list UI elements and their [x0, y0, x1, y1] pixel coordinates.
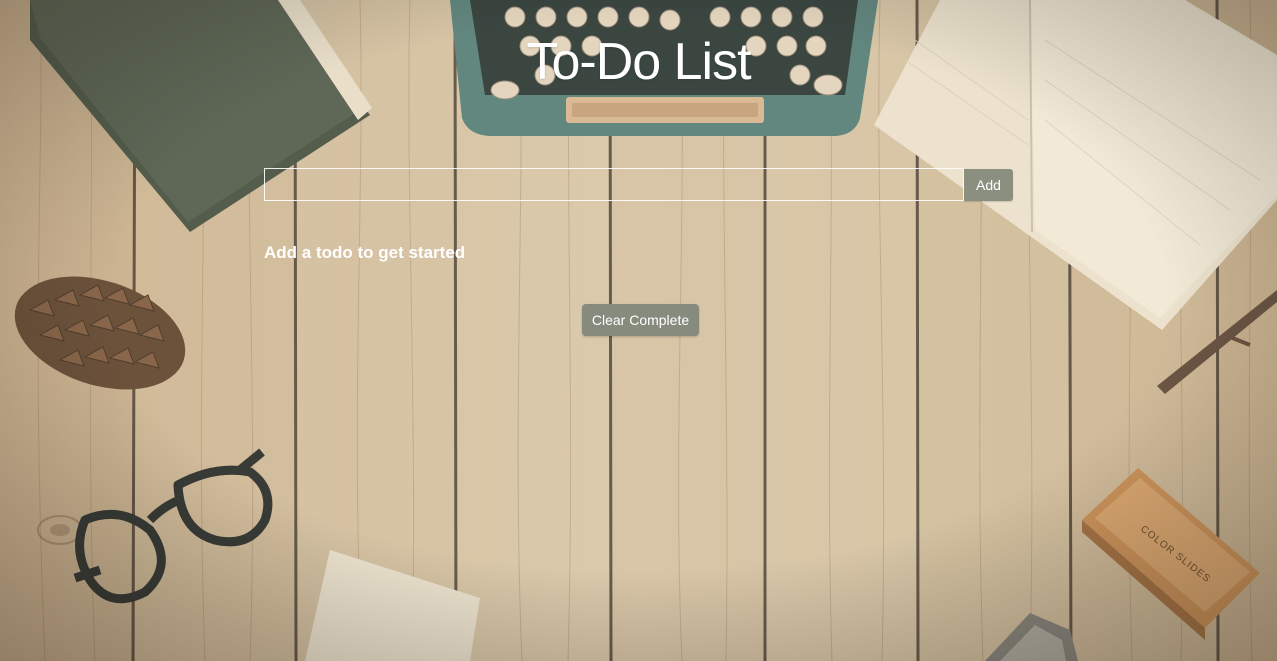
todo-input[interactable] [264, 168, 964, 201]
page-title: To-Do List [526, 33, 751, 91]
add-button[interactable]: Add [964, 169, 1013, 201]
clear-complete-button[interactable]: Clear Complete [582, 304, 699, 336]
empty-list-message: Add a todo to get started [264, 243, 466, 262]
